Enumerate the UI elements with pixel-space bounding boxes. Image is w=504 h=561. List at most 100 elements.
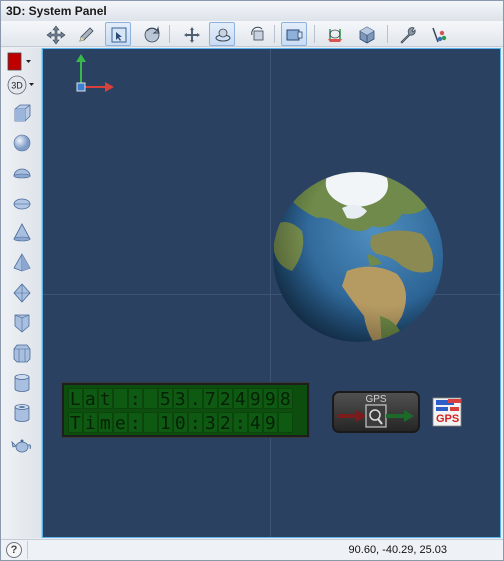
window-title: 3D: System Panel	[6, 4, 107, 18]
cylinder-icon	[14, 374, 30, 392]
grid-line-vertical	[270, 49, 271, 537]
shape-cube[interactable]	[9, 100, 35, 126]
lcd-char: 3	[203, 412, 218, 434]
move-arrows-icon	[46, 25, 66, 45]
lcd-char: L	[68, 388, 83, 410]
lcd-char: a	[83, 388, 98, 410]
rotate-tool-button[interactable]	[138, 22, 164, 46]
system-panel-window: 3D: System Panel 3D L a t: 5 3 . 7 2 4 …	[0, 0, 504, 561]
hex-prism-icon	[13, 344, 31, 363]
select-tool-button[interactable]	[105, 22, 131, 46]
paint-tools-button[interactable]	[425, 22, 451, 46]
view-2d-button[interactable]	[281, 22, 307, 46]
lcd-char: 1	[158, 412, 173, 434]
shape-hex-prism[interactable]	[9, 340, 35, 366]
3d-viewport[interactable]: Lat : 53.724998 Time: 10:32:49 GPS GPS	[42, 48, 501, 538]
draw-tool-button[interactable]	[72, 22, 98, 46]
main-toolbar	[1, 21, 503, 47]
lcd-char: :	[128, 412, 143, 434]
lcd-char: m	[98, 412, 113, 434]
wrench-icon	[400, 27, 416, 44]
lcd-char: t	[98, 388, 113, 410]
shape-sphere[interactable]	[9, 130, 35, 156]
lcd-char: 0	[173, 412, 188, 434]
select-region-icon	[111, 27, 127, 43]
rotate-camera-icon	[251, 26, 264, 41]
lcd-char	[143, 388, 158, 409]
gps-arrows-icon	[338, 404, 414, 428]
view-2d-icon	[286, 29, 303, 41]
svg-text:3D: 3D	[11, 81, 23, 91]
pan-tool-button[interactable]	[178, 22, 204, 46]
lcd-char: 9	[248, 388, 263, 410]
shape-pyramid[interactable]	[9, 250, 35, 276]
gps-node-icon[interactable]: GPS	[432, 396, 466, 430]
ellipsoid-icon	[13, 198, 31, 210]
pan-icon	[184, 27, 200, 43]
orbit-icon	[215, 28, 231, 42]
lcd-char: :	[128, 388, 143, 410]
hemisphere-icon	[13, 168, 31, 179]
lcd-char: i	[83, 412, 98, 434]
title-bar: 3D: System Panel	[1, 1, 503, 21]
shape-octahedron[interactable]	[9, 280, 35, 306]
shape-cylinder[interactable]	[9, 370, 35, 396]
octahedron-icon	[13, 283, 31, 303]
shape-tube[interactable]	[9, 400, 35, 426]
shape-teapot[interactable]	[9, 432, 35, 458]
gps-node-label: GPS	[436, 413, 460, 425]
lcd-char	[278, 412, 293, 433]
lcd-char: :	[188, 412, 203, 434]
gps-block[interactable]: GPS	[332, 391, 420, 433]
lcd-line-1: Lat : 53.724998	[68, 388, 293, 411]
shape-prism[interactable]	[9, 310, 35, 336]
lcd-line-2: Time: 10:32:49	[68, 412, 293, 435]
orbit-tool-button[interactable]	[209, 22, 235, 46]
toolbar-separator	[314, 25, 315, 43]
shape-cone[interactable]	[9, 220, 35, 246]
axis-gizmo-icon	[76, 54, 114, 92]
settings-button[interactable]	[394, 22, 420, 46]
cursor-coordinates: 90.60, -40.29, 25.03	[348, 544, 447, 556]
pencil-icon	[79, 27, 94, 42]
lcd-char: 3	[173, 388, 188, 410]
cube-view-icon	[359, 26, 375, 44]
lcd-char: 7	[203, 388, 218, 410]
lcd-char: :	[233, 412, 248, 434]
lcd-char	[143, 412, 158, 433]
color-swatch-icon	[7, 52, 31, 71]
cube-icon	[14, 104, 31, 122]
lcd-char: e	[113, 412, 128, 434]
shape-ellipsoid[interactable]	[9, 190, 35, 216]
lcd-char: 9	[263, 412, 278, 434]
shape-hemisphere[interactable]	[9, 160, 35, 186]
lcd-char: 9	[263, 388, 278, 410]
teapot-icon	[11, 439, 32, 453]
pyramid-icon	[13, 253, 31, 272]
status-separator	[27, 541, 28, 559]
paint-tools-icon	[432, 27, 447, 43]
mode-3d-dropdown[interactable]: 3D	[7, 72, 35, 98]
prism-icon	[14, 314, 30, 333]
lcd-char: 2	[218, 388, 233, 410]
lcd-char: .	[188, 388, 203, 410]
ground-plane-icon	[328, 29, 342, 42]
cube-view-button[interactable]	[353, 22, 379, 46]
help-icon[interactable]: ?	[6, 542, 22, 558]
lcd-char: 5	[158, 388, 173, 410]
shape-palette: 3D	[1, 48, 42, 538]
cone-icon	[13, 223, 31, 242]
earth-globe[interactable]	[272, 156, 445, 356]
lcd-char: 8	[278, 388, 293, 410]
ground-plane-button[interactable]	[321, 22, 347, 46]
lcd-char: 4	[233, 388, 248, 410]
mode-3d-icon: 3D	[7, 75, 34, 95]
tube-icon	[14, 404, 30, 422]
toolbar-separator	[169, 25, 170, 43]
lcd-char: 2	[218, 412, 233, 434]
move-tool-button[interactable]	[42, 22, 68, 46]
lcd-char: T	[68, 412, 83, 434]
camera-rotate-button[interactable]	[244, 22, 270, 46]
sphere-icon	[13, 134, 31, 152]
rotate-icon	[144, 26, 160, 43]
